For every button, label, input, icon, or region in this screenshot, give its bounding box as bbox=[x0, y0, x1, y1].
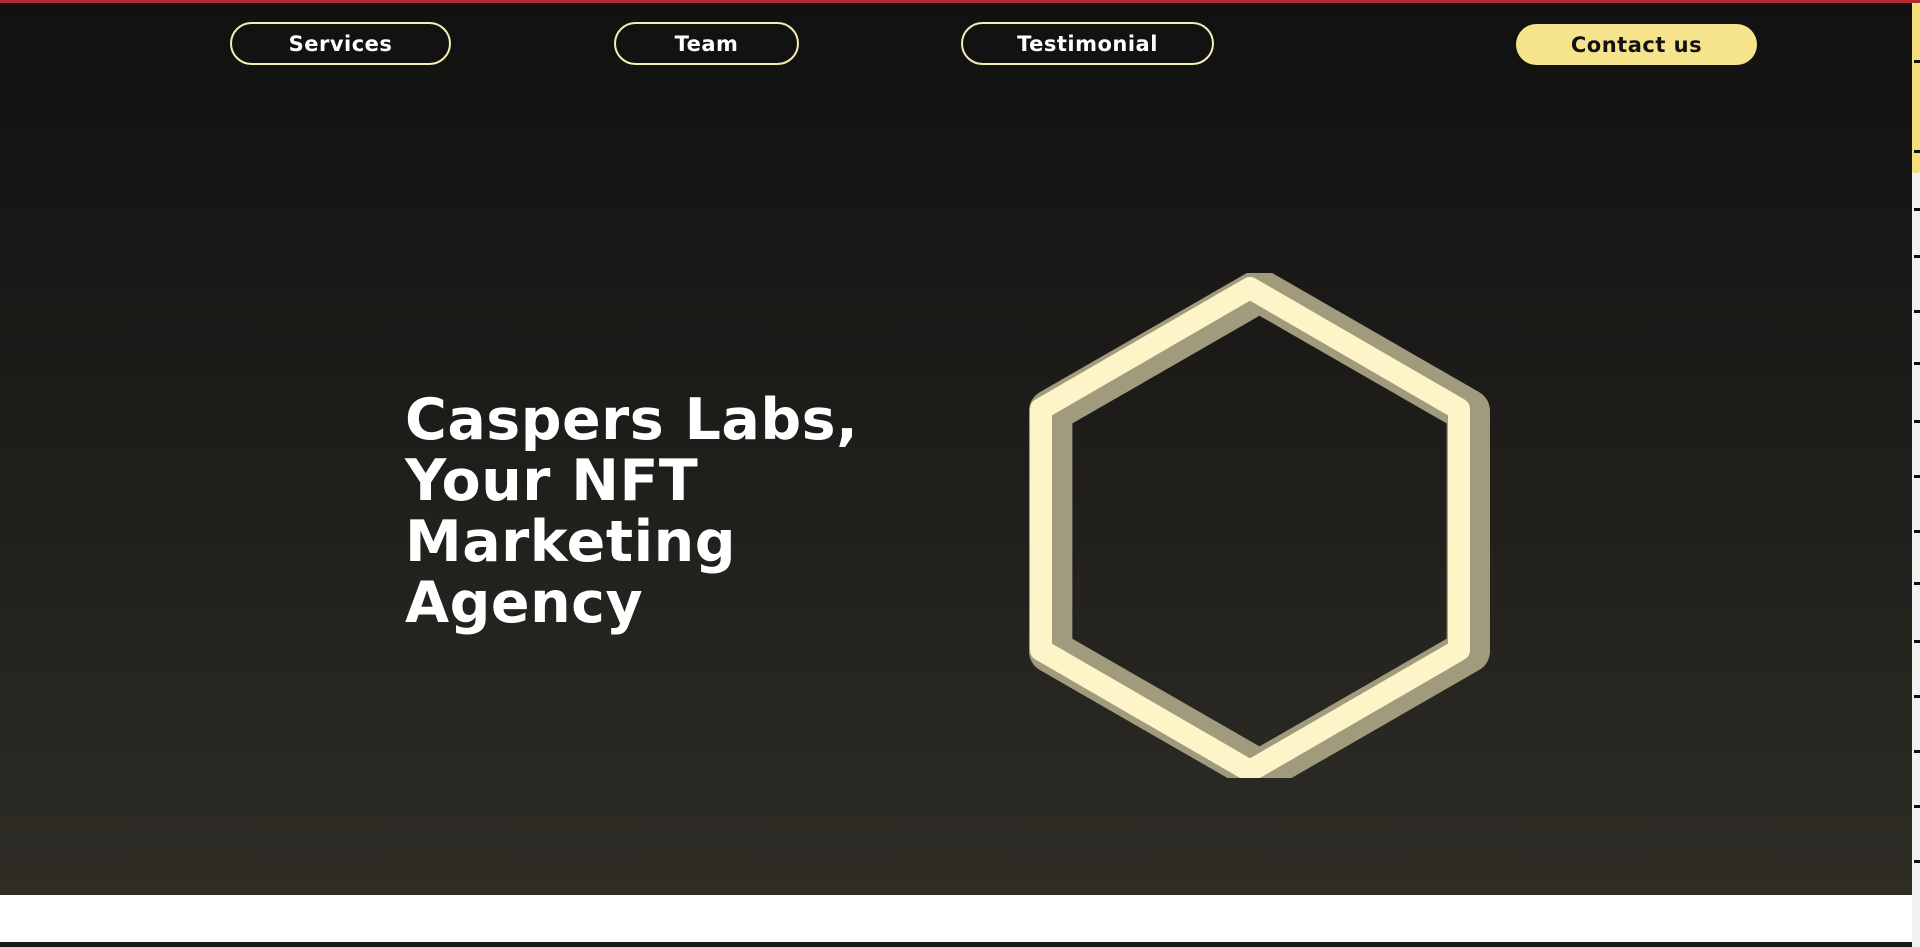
scroll-tick bbox=[1914, 420, 1920, 423]
hero-headline: Caspers Labs, Your NFT Marketing Agency bbox=[405, 390, 965, 634]
hero-section: Services Team Testimonial Contact us Cas… bbox=[0, 3, 1912, 895]
nav-services-button[interactable]: Services bbox=[230, 22, 451, 65]
hexagon-ring bbox=[1030, 277, 1470, 778]
scroll-tick bbox=[1914, 805, 1920, 808]
scroll-tick bbox=[1914, 150, 1920, 153]
scroll-tick bbox=[1914, 640, 1920, 643]
scroll-tick bbox=[1914, 362, 1920, 365]
headline-line: Your NFT bbox=[405, 448, 699, 514]
headline-line: Caspers Labs, bbox=[405, 387, 859, 453]
scroll-tick bbox=[1914, 60, 1920, 63]
nav-team-button[interactable]: Team bbox=[614, 22, 799, 65]
bottom-strip bbox=[0, 942, 1912, 947]
contact-us-button[interactable]: Contact us bbox=[1516, 24, 1757, 65]
scrollbar-thumb[interactable] bbox=[1912, 3, 1920, 173]
hexagon-ring-graphic bbox=[1029, 273, 1490, 778]
scroll-tick bbox=[1914, 310, 1920, 313]
scroll-tick bbox=[1914, 475, 1920, 478]
next-section-band bbox=[0, 895, 1912, 942]
scroll-tick bbox=[1914, 530, 1920, 533]
headline-line: Agency bbox=[405, 570, 644, 636]
scroll-tick bbox=[1914, 255, 1920, 258]
scroll-tick bbox=[1914, 860, 1920, 863]
scroll-tick bbox=[1914, 750, 1920, 753]
headline-line: Marketing bbox=[405, 509, 736, 575]
scroll-tick bbox=[1914, 695, 1920, 698]
scroll-tick bbox=[1914, 582, 1920, 585]
scroll-tick bbox=[1914, 208, 1920, 211]
nav-testimonial-button[interactable]: Testimonial bbox=[961, 22, 1214, 65]
